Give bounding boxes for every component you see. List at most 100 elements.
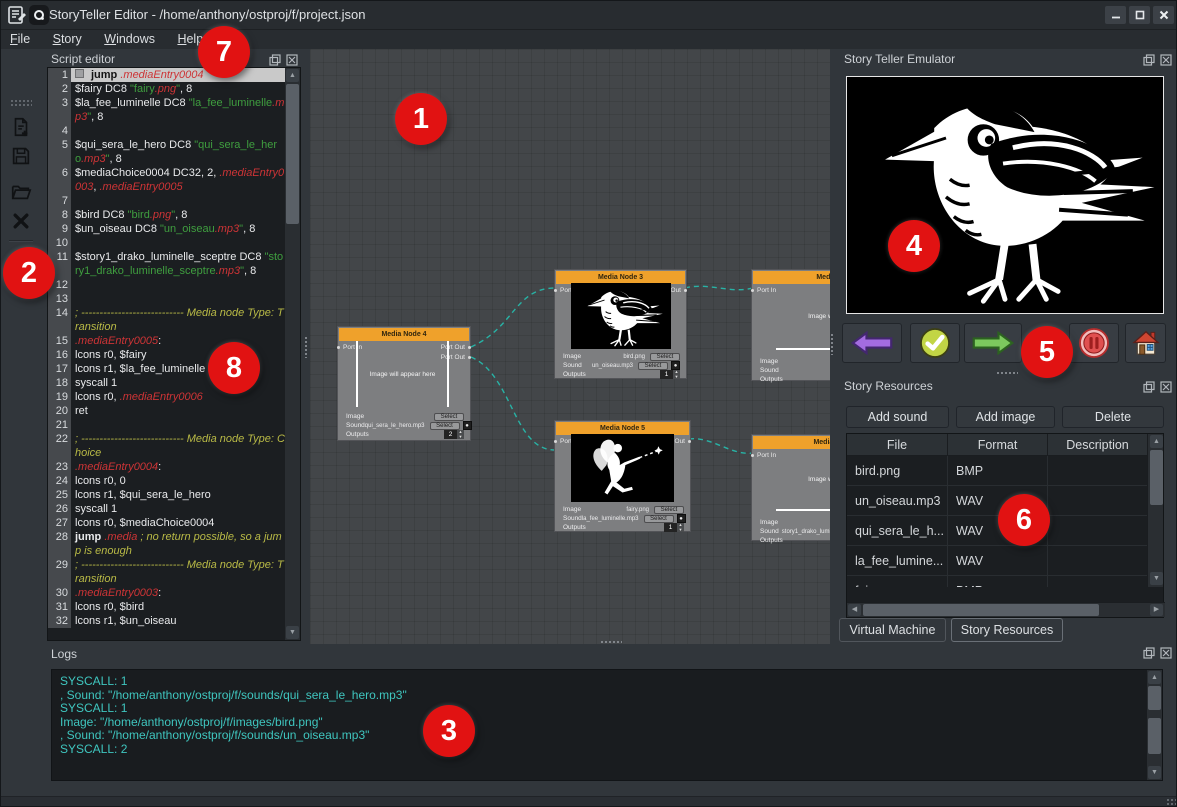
table-vscrollbar[interactable]: ▲ ▼ [1147, 434, 1163, 587]
delete-button[interactable]: Delete [1062, 406, 1164, 428]
port-in-dot[interactable] [751, 454, 754, 457]
float-icon[interactable] [268, 53, 282, 66]
table-cell[interactable]: BMP [948, 576, 1048, 587]
table-cell[interactable] [1048, 546, 1148, 575]
minimize-button[interactable] [1105, 6, 1126, 24]
code-line[interactable]: 26syscall 1 [48, 502, 286, 516]
table-cell[interactable]: BMP [948, 456, 1048, 485]
table-row[interactable]: la_fee_lumine...WAV [847, 546, 1148, 576]
table-cell[interactable] [1048, 486, 1148, 515]
outputs-spinner[interactable]: 1▲▼ [660, 370, 680, 379]
column-header-file[interactable]: File [847, 434, 948, 455]
add-image-button[interactable]: Add image [956, 406, 1055, 428]
table-cell[interactable] [1048, 516, 1148, 545]
code-line[interactable]: 25lcons r1, $qui_sera_le_hero [48, 488, 286, 502]
emulator-next-button[interactable] [964, 323, 1022, 363]
code-line[interactable]: 13 [48, 292, 286, 306]
splitter-handle[interactable] [600, 640, 622, 645]
toolbar-grip[interactable] [10, 99, 32, 106]
editor-scrollbar[interactable]: ▲ ▼ [285, 68, 300, 640]
table-cell[interactable]: la_fee_lumine... [847, 546, 948, 575]
media-node-5[interactable]: Media Node 5 Port In Port Out Image fair… [554, 420, 691, 532]
scroll-down-icon[interactable]: ▼ [286, 626, 299, 639]
logs-scrollbar[interactable]: ▲ ▼ [1147, 670, 1162, 780]
port-out-dot[interactable] [468, 346, 471, 349]
select-image-button[interactable]: Select [650, 353, 680, 361]
table-hscrollbar[interactable]: ◀ ▶ [847, 602, 1165, 617]
scroll-left-icon[interactable]: ◀ [848, 604, 861, 616]
add-sound-button[interactable]: Add sound [846, 406, 949, 428]
maximize-button[interactable] [1129, 6, 1150, 24]
media-node-4[interactable]: Media Node 4 Port In Port Out Port Out I… [337, 326, 471, 441]
close-dock-icon[interactable] [285, 53, 299, 66]
code-line[interactable]: 2$fairy DC8 "fairy.png", 8 [48, 82, 286, 96]
port-in-dot[interactable] [554, 440, 557, 443]
code-line[interactable]: 29; ---------------------------- Media n… [48, 558, 286, 586]
tab-virtual-machine[interactable]: Virtual Machine [839, 618, 946, 642]
scroll-right-icon[interactable]: ▶ [1150, 604, 1163, 616]
table-scroll-thumb[interactable] [1150, 450, 1163, 505]
port-out-dot[interactable] [688, 440, 691, 443]
splitter-handle[interactable] [830, 333, 835, 355]
close-dock-icon[interactable] [1159, 646, 1173, 659]
table-cell[interactable]: WAV [948, 546, 1048, 575]
table-row[interactable]: bird.pngBMP [847, 456, 1148, 486]
code-line[interactable]: 9$un_oiseau DC8 "un_oiseau.mp3", 8 [48, 222, 286, 236]
menu-file[interactable]: File [1, 30, 39, 46]
scroll-up-icon[interactable]: ▲ [286, 69, 299, 82]
port-in-dot[interactable] [554, 289, 557, 292]
code-line[interactable]: 10 [48, 236, 286, 250]
scroll-up-icon[interactable]: ▲ [1150, 435, 1163, 448]
media-node-6[interactable]: Media Node 6 Port In Image will appear h… [751, 434, 830, 541]
emulator-ok-button[interactable] [910, 323, 960, 363]
save-button[interactable] [8, 144, 34, 168]
table-row[interactable]: un_oiseau.mp3WAV [847, 486, 1148, 516]
node-title[interactable]: Media Node 6 [753, 436, 830, 449]
code-line[interactable]: 30.mediaEntry0003: [48, 586, 286, 600]
port-out-dot[interactable] [684, 289, 687, 292]
close-button[interactable] [1153, 6, 1174, 24]
outputs-spinner[interactable]: 1▲▼ [664, 523, 684, 532]
close-dock-icon[interactable] [1159, 380, 1173, 393]
select-sound-button[interactable]: Select [638, 362, 668, 370]
code-line[interactable]: 15.mediaEntry0005: [48, 334, 286, 348]
table-cell[interactable]: fairy.png [847, 576, 948, 587]
float-icon[interactable] [1142, 380, 1156, 393]
emulator-home-button[interactable] [1125, 323, 1166, 363]
float-icon[interactable] [1142, 646, 1156, 659]
media-node-clipped-top[interactable]: Media Node Port In Image will appear her… [751, 269, 830, 381]
close-project-button[interactable] [8, 209, 34, 233]
new-file-button[interactable] [8, 115, 34, 139]
title-bar[interactable]: StoryTeller Editor - /home/anthony/ostpr… [1, 1, 1177, 30]
menu-story[interactable]: Story [44, 30, 91, 46]
code-line[interactable]: 20ret [48, 404, 286, 418]
logs-scroll-thumb[interactable] [1148, 718, 1161, 754]
code-line[interactable]: 5$qui_sera_le_hero DC8 "qui_sera_le_hero… [48, 138, 286, 166]
code-line[interactable]: 7 [48, 194, 286, 208]
resize-grip[interactable] [1166, 798, 1176, 807]
clear-sound-icon[interactable]: ● [463, 421, 472, 430]
table-hscroll-thumb[interactable] [863, 604, 1099, 616]
code-line[interactable]: 32lcons r1, $un_oiseau [48, 614, 286, 628]
table-cell[interactable]: qui_sera_le_h... [847, 516, 948, 545]
scroll-up-icon[interactable]: ▲ [1148, 671, 1161, 684]
table-cell[interactable] [1048, 576, 1148, 587]
code-line[interactable]: 22; ---------------------------- Media n… [48, 432, 286, 460]
float-icon[interactable] [1142, 53, 1156, 66]
editor-scroll-thumb[interactable] [286, 84, 299, 224]
menu-windows[interactable]: Windows [95, 30, 164, 46]
port-in-dot[interactable] [337, 346, 340, 349]
node-graph-canvas[interactable]: Media Node 4 Port In Port Out Port Out I… [310, 49, 830, 644]
node-title[interactable]: Media Node 4 [339, 328, 469, 341]
logs-output[interactable]: SYSCALL: 1, Sound: "/home/anthony/ostpro… [51, 669, 1163, 781]
close-dock-icon[interactable] [1159, 53, 1173, 66]
outputs-spinner[interactable]: 2▲▼ [444, 430, 464, 439]
code-line[interactable]: 4 [48, 124, 286, 138]
code-line[interactable]: 31lcons r0, $bird [48, 600, 286, 614]
code-line[interactable]: 3$la_fee_luminelle DC8 "la_fee_luminelle… [48, 96, 286, 124]
script-editor[interactable]: 1jump .mediaEntry00042$fairy DC8 "fairy.… [47, 67, 301, 641]
open-button[interactable] [8, 180, 34, 204]
code-line[interactable]: 24lcons r0, 0 [48, 474, 286, 488]
column-header-format[interactable]: Format [948, 434, 1048, 455]
select-sound-button[interactable]: Select [644, 515, 674, 523]
